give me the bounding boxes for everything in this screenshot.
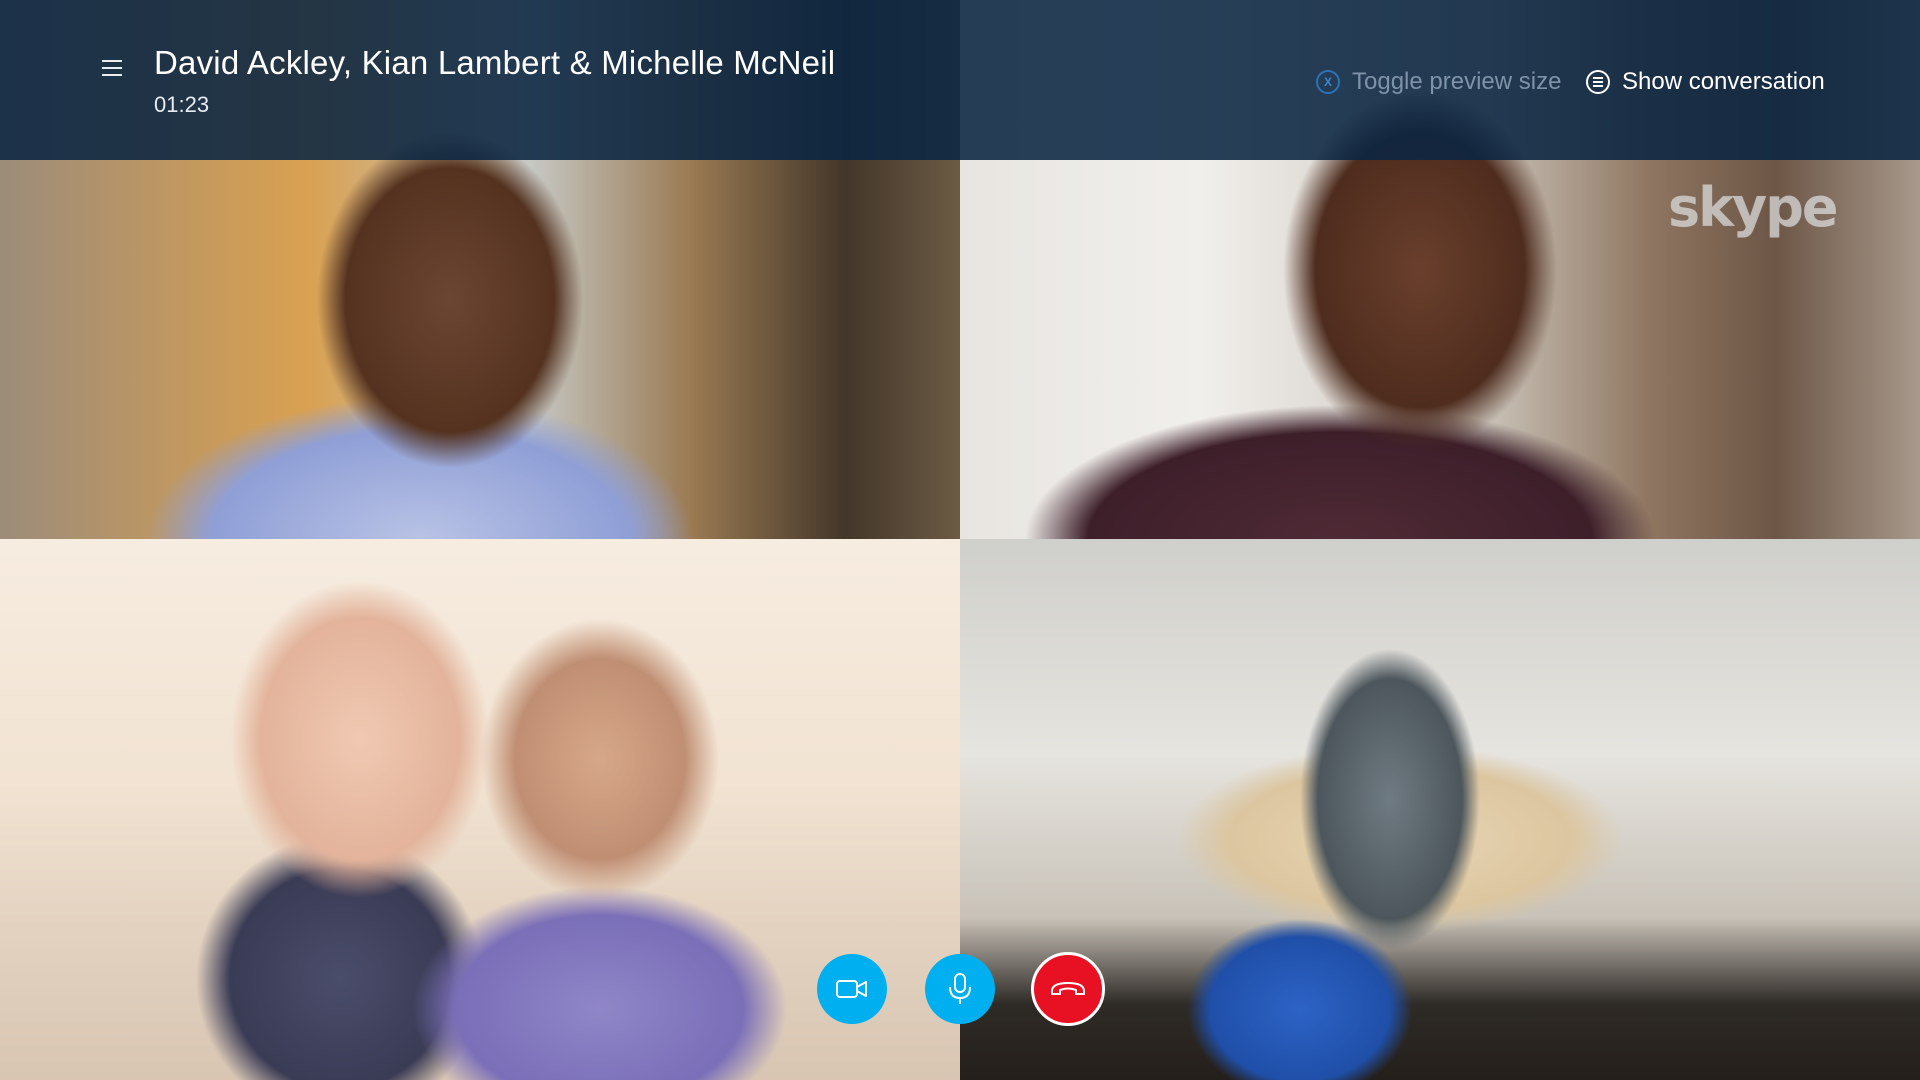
toggle-preview-size-button[interactable]: X Toggle preview size xyxy=(1316,64,1561,100)
video-call-screen: David Ackley, Kian Lambert & Michelle Mc… xyxy=(0,0,1920,1080)
conversation-icon xyxy=(1586,70,1610,94)
hamburger-menu-icon[interactable] xyxy=(98,56,128,80)
show-conversation-button[interactable]: Show conversation xyxy=(1586,64,1825,100)
video-toggle-button[interactable] xyxy=(817,954,887,1024)
video-tile-self-preview[interactable] xyxy=(960,539,1920,1080)
call-header-bar: David Ackley, Kian Lambert & Michelle Mc… xyxy=(0,0,1920,160)
hang-up-icon xyxy=(1051,982,1085,995)
toggle-preview-size-label: Toggle preview size xyxy=(1352,68,1562,95)
video-camera-icon xyxy=(836,980,867,998)
mute-microphone-button[interactable] xyxy=(925,954,995,1024)
show-conversation-label: Show conversation xyxy=(1622,68,1825,95)
skype-watermark-logo: skype xyxy=(1668,176,1839,239)
call-timer: 01:23 xyxy=(154,92,210,117)
end-call-button[interactable] xyxy=(1031,952,1105,1026)
x-button-icon: X xyxy=(1316,70,1340,94)
video-tile-participant-3[interactable] xyxy=(0,539,960,1080)
microphone-icon xyxy=(949,973,971,1004)
call-title: David Ackley, Kian Lambert & Michelle Mc… xyxy=(154,44,836,81)
